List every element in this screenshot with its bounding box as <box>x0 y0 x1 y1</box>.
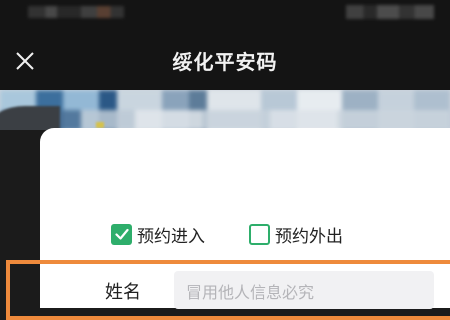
status-bar <box>0 0 450 32</box>
option-exit[interactable]: 预约外出 <box>249 221 343 247</box>
checkmark-icon <box>114 228 129 240</box>
option-enter[interactable]: 预约进入 <box>111 221 205 247</box>
title-bar: 绥化平安码 <box>0 32 450 90</box>
option-enter-label: 预约进入 <box>137 226 205 247</box>
page-title: 绥化平安码 <box>172 50 278 74</box>
checkbox-checked[interactable] <box>111 223 132 245</box>
option-exit-label: 预约外出 <box>275 226 343 247</box>
status-bar-blurred-right <box>346 5 434 19</box>
banner-image <box>0 90 450 130</box>
checkbox-unchecked[interactable] <box>249 223 270 245</box>
banner-mosaic-bottom <box>0 110 450 130</box>
status-bar-blurred-left <box>28 6 124 18</box>
banner-road-shape <box>0 106 60 130</box>
name-label: 姓名 <box>105 282 141 303</box>
name-input[interactable] <box>174 271 434 309</box>
